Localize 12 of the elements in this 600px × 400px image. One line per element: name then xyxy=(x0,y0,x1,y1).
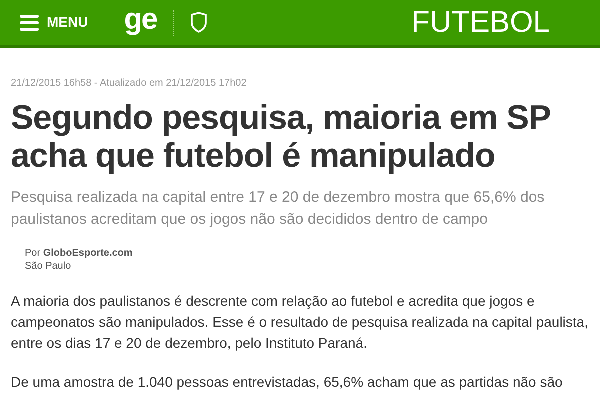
byline: Por GloboEsporte.com xyxy=(25,247,134,260)
site-logo[interactable]: ge xyxy=(124,4,158,40)
dateline: 21/12/2015 16h58 - Atualizado em 21/12/2015 17h02 xyxy=(11,77,248,91)
article-subtitle: Pesquisa realizada na capital entre 17 e 20 de dezembro mostra que 65,6% dos paulistanos acreditam que os jogos não são decididos dentro de campo xyxy=(11,188,546,230)
section-title: FUTEBOL xyxy=(412,8,550,38)
article-paragraph: A maioria dos paulistanos é descrente com relação ao futebol e acredita que jogos e campeonatos são manipulados. Esse é o resultado de pesquisa realizada na capital paulista, entre os dias 17 e 20 de dezembro, pelo Instituto Paraná. xyxy=(11,292,590,353)
menu-button[interactable]: MENU xyxy=(20,12,88,33)
location: São Paulo xyxy=(25,260,72,273)
shield-icon[interactable] xyxy=(190,12,208,33)
article-paragraph: De uma amostra de 1.040 pessoas entrevistadas, 65,6% acham que as partidas não são xyxy=(11,373,564,392)
menu-icon xyxy=(20,14,39,30)
article-title: Segundo pesquisa, maioria em SP acha que futebol é manipulado xyxy=(11,99,552,175)
